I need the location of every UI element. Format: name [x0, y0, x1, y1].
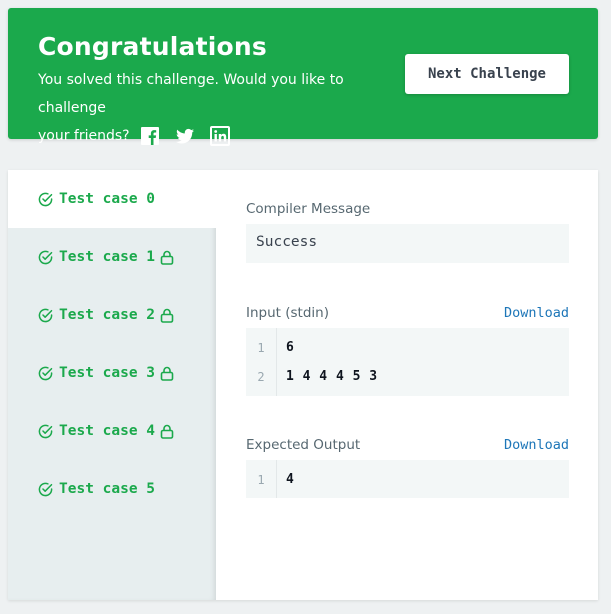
check-circle-icon — [38, 366, 53, 381]
banner-message: You solved this challenge. Would you lik… — [38, 66, 408, 150]
tab-test-case-0[interactable]: Test case 0 — [8, 170, 216, 228]
tab-label: Test case 2 — [59, 307, 156, 323]
tab-label: Test case 3 — [59, 365, 156, 381]
check-circle-icon — [38, 308, 53, 323]
facebook-icon[interactable] — [140, 126, 160, 146]
check-circle-icon — [38, 482, 53, 497]
check-circle-icon — [38, 424, 53, 439]
input-code-box: 1 6 2 1 4 4 4 5 3 — [246, 328, 569, 396]
banner-message-line1: You solved this challenge. Would you lik… — [38, 72, 344, 116]
tab-test-case-3[interactable]: Test case 3 — [8, 344, 216, 402]
compiler-message-label: Compiler Message — [246, 201, 371, 217]
tab-test-case-5[interactable]: Test case 5 — [8, 460, 216, 518]
tab-label: Test case 5 — [59, 481, 156, 497]
line-text: 4 — [286, 472, 295, 487]
next-challenge-button[interactable]: Next Challenge — [405, 54, 569, 94]
line-text: 6 — [286, 340, 295, 355]
code-line: 1 6 — [246, 333, 569, 362]
input-download-link[interactable]: Download — [504, 305, 569, 321]
banner-message-line2: your friends? — [38, 128, 130, 144]
lock-icon — [160, 308, 174, 323]
tab-test-case-4[interactable]: Test case 4 — [8, 402, 216, 460]
linkedin-icon[interactable] — [209, 126, 230, 146]
lock-icon — [160, 366, 174, 381]
expected-output-code-box: 1 4 — [246, 460, 569, 498]
test-results-panel: Test case 0 Test case 1 Test case 2 Test… — [8, 170, 598, 600]
expected-output-label: Expected Output — [246, 437, 361, 453]
test-case-tabs: Test case 0 Test case 1 Test case 2 Test… — [8, 170, 216, 600]
code-line: 2 1 4 4 4 5 3 — [246, 362, 569, 391]
check-circle-icon — [38, 192, 53, 207]
line-text: 1 4 4 4 5 3 — [286, 369, 378, 384]
line-number: 1 — [257, 472, 265, 487]
line-number: 2 — [257, 369, 265, 384]
compiler-message-box: Success — [246, 224, 569, 263]
tab-test-case-2[interactable]: Test case 2 — [8, 286, 216, 344]
social-share — [140, 126, 245, 146]
expected-output-download-link[interactable]: Download — [504, 437, 569, 453]
twitter-icon[interactable] — [175, 126, 195, 146]
lock-icon — [160, 424, 174, 439]
check-circle-icon — [38, 250, 53, 265]
success-banner: Congratulations You solved this challeng… — [8, 8, 598, 146]
lock-icon — [160, 250, 174, 265]
code-line: 1 4 — [246, 465, 569, 494]
tab-label: Test case 0 — [59, 191, 156, 207]
tab-test-case-1[interactable]: Test case 1 — [8, 228, 216, 286]
tab-label: Test case 4 — [59, 423, 156, 439]
tab-label: Test case 1 — [59, 249, 156, 265]
input-label: Input (stdin) — [246, 305, 329, 321]
line-number: 1 — [257, 340, 265, 355]
banner-title: Congratulations — [38, 32, 267, 61]
